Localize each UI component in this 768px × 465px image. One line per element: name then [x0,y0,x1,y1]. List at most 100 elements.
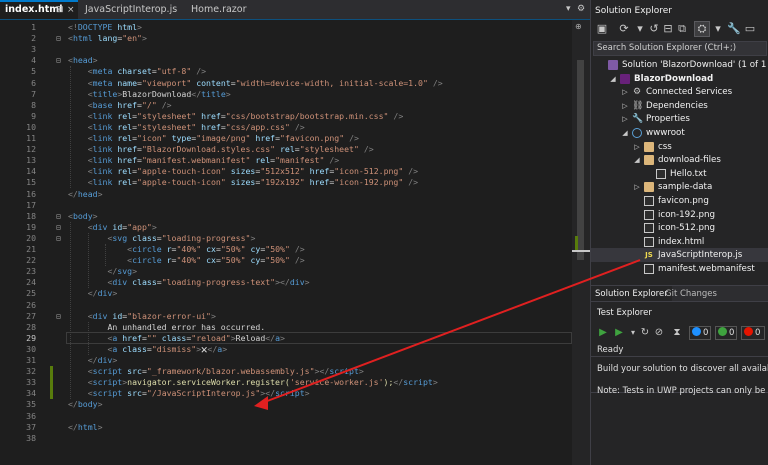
repeat-icon[interactable]: ↻ [639,327,651,339]
settings-gear-icon[interactable]: ⚙ [577,0,585,19]
tree-item[interactable]: ▷ ⛓ Dependencies [591,99,768,113]
filter-icon[interactable]: ⛭ [694,21,710,37]
code-line[interactable]: 18 ⊟ <body> [0,211,572,222]
code-line[interactable]: 38 [0,433,572,444]
passed-tests-count[interactable]: 0 [715,326,737,340]
code-line[interactable]: 32 <script src="_framework/blazor.webass… [0,366,572,377]
dropdown-chevron-icon[interactable]: ▾ [711,22,725,36]
code-editor[interactable]: index.html ⊞ × JavaScriptInterop.js Home… [0,0,590,465]
pin-icon[interactable]: ⊞ [56,2,64,18]
code-line[interactable]: 8 <base href="/" /> [0,100,572,111]
total-tests-count[interactable]: 0 [689,326,711,340]
expand-arrow-icon[interactable]: ▷ [621,112,629,126]
code-line[interactable]: 4 ⊟ <head> [0,55,572,66]
tree-item[interactable]: icon-512.png [591,221,768,235]
code-line[interactable]: 16 </head> [0,189,572,200]
code-line[interactable]: 30 <a class="dismiss">🗙</a> [0,344,572,355]
collapse-arrow-icon[interactable]: ◢ [609,72,617,86]
collapse-arrow-icon[interactable]: ◢ [621,126,629,140]
code-line[interactable]: 34 <script src="/JavaScriptInterop.js"><… [0,388,572,399]
search-input[interactable]: Search Solution Explorer (Ctrl+;) [593,41,767,56]
code-line[interactable]: 26 [0,300,572,311]
tree-item[interactable]: ◢ wwwroot [591,126,768,140]
cancel-icon[interactable]: ⊘ [653,327,665,339]
tree-item[interactable]: ◢ BlazorDownload [591,72,768,86]
tree-item[interactable]: ▷ css [591,140,768,154]
properties-wrench-icon[interactable]: 🔧 [727,22,741,36]
code-line[interactable]: 20 ⊟ <svg class="loading-progress"> [0,233,572,244]
close-icon[interactable]: × [67,2,75,18]
code-line[interactable]: 24 <div class="loading-progress-text"></… [0,277,572,288]
code-line[interactable]: 21 <circle r="40%" cx="50%" cy="50%" /> [0,244,572,255]
scrollbar-thumb[interactable] [577,60,584,260]
code-line[interactable]: 31 </div> [0,355,572,366]
code-line[interactable]: 2 ⊟ <html lang="en"> [0,33,572,44]
tree-item[interactable]: ▷ 🔧 Properties [591,112,768,126]
tree-item[interactable]: ▷ sample-data [591,180,768,194]
fold-toggle-icon[interactable]: ⊟ [56,222,64,233]
run-dropdown-chevron-icon[interactable]: ▾ [627,327,639,339]
collapse-arrow-icon[interactable]: ◢ [633,153,641,167]
code-line[interactable]: 9 <link rel="stylesheet" href="css/boots… [0,111,572,122]
tree-item[interactable]: JS JavaScriptInterop.js [591,248,768,263]
switch-views-icon[interactable]: ▣ [595,22,609,36]
sync-icon[interactable]: ⟳ [617,22,631,36]
expand-arrow-icon[interactable]: ▷ [621,85,629,99]
code-line[interactable]: 12 <link href="BlazorDownload.styles.css… [0,144,572,155]
vertical-scrollbar[interactable]: ⊕ [572,20,590,465]
run-all-icon[interactable]: ▶ [597,327,609,339]
preview-icon[interactable]: ▭ [743,22,757,36]
tree-item[interactable]: favicon.png [591,194,768,208]
playlist-icon[interactable]: ⧗ [671,327,683,339]
code-line[interactable]: 29 <a href="" class="reload">Reload</a> [0,331,572,344]
code-line[interactable]: 1 <!DOCTYPE html> [0,22,572,33]
tab-javascriptinterop-js[interactable]: JavaScriptInterop.js [80,0,185,19]
tree-item[interactable]: icon-192.png [591,208,768,222]
code-line[interactable]: 25 </div> [0,288,572,299]
tree-item[interactable]: Solution 'BlazorDownload' (1 of 1 projec… [591,58,768,72]
tree-item[interactable]: index.html [591,235,768,249]
tab-home-razor[interactable]: Home.razor [186,0,264,19]
code-line[interactable]: 3 [0,44,572,55]
tab-git-changes[interactable]: Git Changes [661,286,721,302]
code-line[interactable]: 22 <circle r="40%" cx="50%" cy="50%" /> [0,255,572,266]
expand-arrow-icon[interactable]: ▷ [633,180,641,194]
tree-item[interactable]: manifest.webmanifest [591,262,768,276]
code-line[interactable]: 19 ⊟ <div id="app"> [0,222,572,233]
expand-arrow-icon[interactable]: ▷ [633,140,641,154]
code-line[interactable]: 33 <script>navigator.serviceWorker.regis… [0,377,572,388]
code-line[interactable]: 17 [0,200,572,211]
code-line[interactable]: 14 <link rel="apple-touch-icon" sizes="5… [0,166,572,177]
code-line[interactable]: 35 </body> [0,399,572,410]
code-line[interactable]: 5 <meta charset="utf-8" /> [0,66,572,77]
fold-toggle-icon[interactable]: ⊟ [56,33,64,44]
tree-item[interactable]: ◢ download-files [591,153,768,167]
tab-solution-explorer[interactable]: Solution Explorer [591,286,672,302]
show-all-files-icon[interactable]: ⧉ [675,22,689,36]
code-line[interactable]: 27 ⊟ <div id="blazor-error-ui"> [0,311,572,322]
expand-arrow-icon[interactable]: ▷ [621,99,629,113]
code-line[interactable]: 15 <link rel="apple-touch-icon" sizes="1… [0,177,572,188]
dropdown-chevron-icon[interactable]: ▾ [633,22,647,36]
code-line[interactable]: 23 </svg> [0,266,572,277]
code-line[interactable]: 7 <title>BlazorDownload</title> [0,89,572,100]
fold-toggle-icon[interactable]: ⊟ [56,55,64,66]
fold-toggle-icon[interactable]: ⊟ [56,233,64,244]
history-icon[interactable]: ↺ [647,22,661,36]
tab-index-html[interactable]: index.html ⊞ × [0,0,78,19]
code-line[interactable]: 36 [0,411,572,422]
fold-toggle-icon[interactable]: ⊟ [56,211,64,222]
tree-item[interactable]: ▷ ⚙ Connected Services [591,85,768,99]
collapse-all-icon[interactable]: ⊟ [661,22,675,36]
code-line[interactable]: 10 <link rel="stylesheet" href="css/app.… [0,122,572,133]
fold-toggle-icon[interactable]: ⊟ [56,311,64,322]
tree-item[interactable]: Hello.txt [591,167,768,181]
tab-list-chevron-icon[interactable]: ▾ [566,0,571,19]
failed-tests-count[interactable]: 0 [741,326,765,340]
code-area[interactable]: 1 <!DOCTYPE html> 2 ⊟ <html lang="en"> 3 4 ⊟ <he… [0,20,572,465]
code-line[interactable]: 37 </html> [0,422,572,433]
split-icon[interactable]: ⊕ [575,22,582,31]
code-line[interactable]: 13 <link href="manifest.webmanifest" rel… [0,155,572,166]
code-line[interactable]: 11 <link rel="icon" type="image/png" hre… [0,133,572,144]
run-icon[interactable]: ▶ [613,327,625,339]
